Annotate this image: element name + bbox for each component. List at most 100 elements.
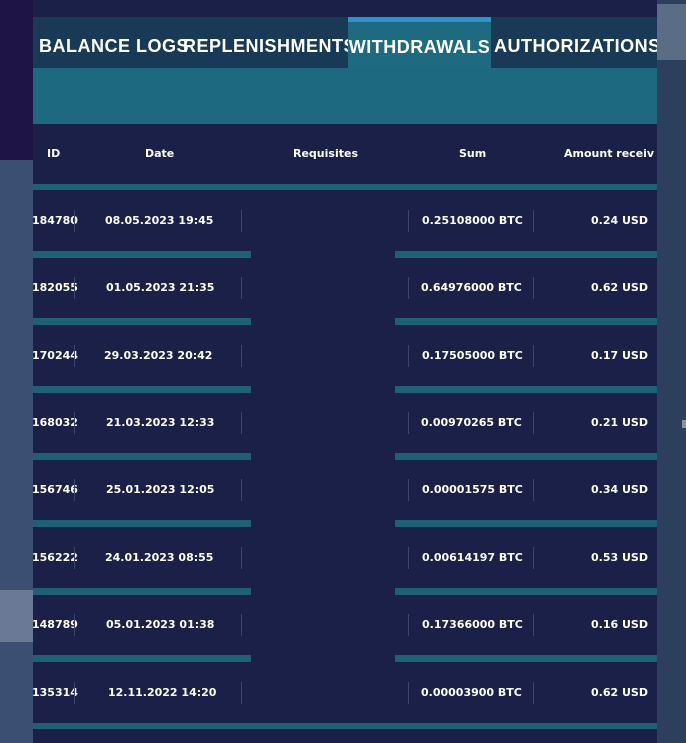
cell-divider xyxy=(74,412,75,434)
cell-divider xyxy=(74,210,75,232)
row-separator xyxy=(395,655,657,662)
cell-sum: 0.25108000 BTC xyxy=(422,214,523,227)
cell-id: 182055 xyxy=(33,281,78,294)
cell-divider xyxy=(533,479,534,501)
cell-divider xyxy=(74,479,75,501)
cell-id: 170244 xyxy=(33,349,78,362)
background-left-blot xyxy=(0,590,33,642)
row-separator xyxy=(33,184,657,190)
cell-amount-received: 0.21 USD xyxy=(591,416,648,429)
cell-sum: 0.00970265 BTC xyxy=(421,416,522,429)
table-row[interactable]: 156222 24.01.2023 08:55 0.00614197 BTC 0… xyxy=(33,528,657,588)
cell-divider xyxy=(241,682,242,704)
cell-divider xyxy=(533,277,534,299)
row-separator xyxy=(33,318,251,325)
table-row[interactable]: 184780 08.05.2023 19:45 0.25108000 BTC 0… xyxy=(33,191,657,251)
cell-amount-received: 0.17 USD xyxy=(591,349,648,362)
cell-amount-received: 0.53 USD xyxy=(591,551,648,564)
cell-id: 148789 xyxy=(33,618,78,631)
cell-divider xyxy=(408,412,409,434)
row-separator xyxy=(33,251,251,258)
cell-divider xyxy=(241,412,242,434)
row-separator xyxy=(33,520,251,527)
column-header-sum[interactable]: Sum xyxy=(459,124,486,184)
cell-id: 135314 xyxy=(33,686,78,699)
column-header-amount-received[interactable]: Amount receiv xyxy=(564,124,654,184)
cell-sum: 0.17366000 BTC xyxy=(422,618,523,631)
table-row[interactable]: 135314 12.11.2022 14:20 0.00003900 BTC 0… xyxy=(33,663,657,723)
cell-amount-received: 0.24 USD xyxy=(591,214,648,227)
cell-amount-received: 0.34 USD xyxy=(591,483,648,496)
cell-divider xyxy=(408,682,409,704)
cell-divider xyxy=(533,547,534,569)
column-header-requisites[interactable]: Requisites xyxy=(293,124,358,184)
column-header-date[interactable]: Date xyxy=(145,124,174,184)
cell-id: 168032 xyxy=(33,416,78,429)
background-right-tick xyxy=(682,420,686,428)
cell-sum: 0.64976000 BTC xyxy=(421,281,522,294)
cell-divider xyxy=(241,614,242,636)
table-row[interactable]: 170244 29.03.2023 20:42 0.17505000 BTC 0… xyxy=(33,326,657,386)
row-separator xyxy=(395,588,657,595)
table-header: ID Date Requisites Sum Amount receiv xyxy=(33,124,657,184)
tab-withdrawals[interactable]: WITHDRAWALS xyxy=(348,17,491,68)
cell-divider xyxy=(74,614,75,636)
cell-id: 156222 xyxy=(33,551,78,564)
cell-id: 184780 xyxy=(33,214,78,227)
cell-divider xyxy=(408,614,409,636)
tab-replenishments[interactable]: REPLENISHMENTS xyxy=(183,17,356,68)
table-row[interactable]: 168032 21.03.2023 12:33 0.00970265 BTC 0… xyxy=(33,393,657,453)
cell-divider xyxy=(533,412,534,434)
cell-amount-received: 0.62 USD xyxy=(591,686,648,699)
cell-date: 01.05.2023 21:35 xyxy=(106,281,215,294)
cell-divider xyxy=(533,210,534,232)
cell-divider xyxy=(241,277,242,299)
cell-divider xyxy=(408,210,409,232)
cell-date: 24.01.2023 08:55 xyxy=(105,551,214,564)
row-separator xyxy=(395,318,657,325)
table-row[interactable]: 182055 01.05.2023 21:35 0.64976000 BTC 0… xyxy=(33,258,657,318)
table-row[interactable]: 148789 05.01.2023 01:38 0.17366000 BTC 0… xyxy=(33,595,657,655)
row-separator xyxy=(33,655,251,662)
background-right-strip xyxy=(646,0,686,743)
tabs-bar: BALANCE LOGS REPLENISHMENTS WITHDRAWALS … xyxy=(33,17,657,68)
cell-sum: 0.00001575 BTC xyxy=(422,483,523,496)
cell-divider xyxy=(74,277,75,299)
tab-balance-logs[interactable]: BALANCE LOGS xyxy=(39,17,189,68)
background-left-top xyxy=(0,0,33,160)
table-row[interactable]: 156746 25.01.2023 12:05 0.00001575 BTC 0… xyxy=(33,460,657,520)
cell-sum: 0.00614197 BTC xyxy=(422,551,523,564)
tab-authorizations[interactable]: AUTHORIZATIONS xyxy=(494,17,657,68)
filter-bar xyxy=(33,68,657,124)
cell-amount-received: 0.16 USD xyxy=(591,618,648,631)
row-separator xyxy=(395,251,657,258)
cell-date: 25.01.2023 12:05 xyxy=(106,483,215,496)
cell-id: 156746 xyxy=(33,483,78,496)
cell-divider xyxy=(74,345,75,367)
cell-date: 05.01.2023 01:38 xyxy=(106,618,215,631)
cell-date: 12.11.2022 14:20 xyxy=(108,686,217,699)
column-header-id[interactable]: ID xyxy=(47,124,60,184)
row-separator xyxy=(33,723,657,729)
cell-sum: 0.00003900 BTC xyxy=(421,686,522,699)
cell-divider xyxy=(74,547,75,569)
cell-divider xyxy=(408,479,409,501)
cell-divider xyxy=(74,682,75,704)
cell-sum: 0.17505000 BTC xyxy=(422,349,523,362)
row-separator xyxy=(395,386,657,393)
cell-date: 08.05.2023 19:45 xyxy=(105,214,214,227)
cell-divider xyxy=(241,547,242,569)
row-separator xyxy=(33,453,251,460)
cell-divider xyxy=(408,277,409,299)
cell-date: 21.03.2023 12:33 xyxy=(106,416,215,429)
row-separator xyxy=(395,453,657,460)
background-left-strip xyxy=(0,0,33,743)
cell-amount-received: 0.62 USD xyxy=(591,281,648,294)
cell-date: 29.03.2023 20:42 xyxy=(104,349,213,362)
row-separator xyxy=(33,588,251,595)
cell-divider xyxy=(408,547,409,569)
cell-divider xyxy=(408,345,409,367)
cell-divider xyxy=(241,210,242,232)
cell-divider xyxy=(241,479,242,501)
cell-divider xyxy=(241,345,242,367)
